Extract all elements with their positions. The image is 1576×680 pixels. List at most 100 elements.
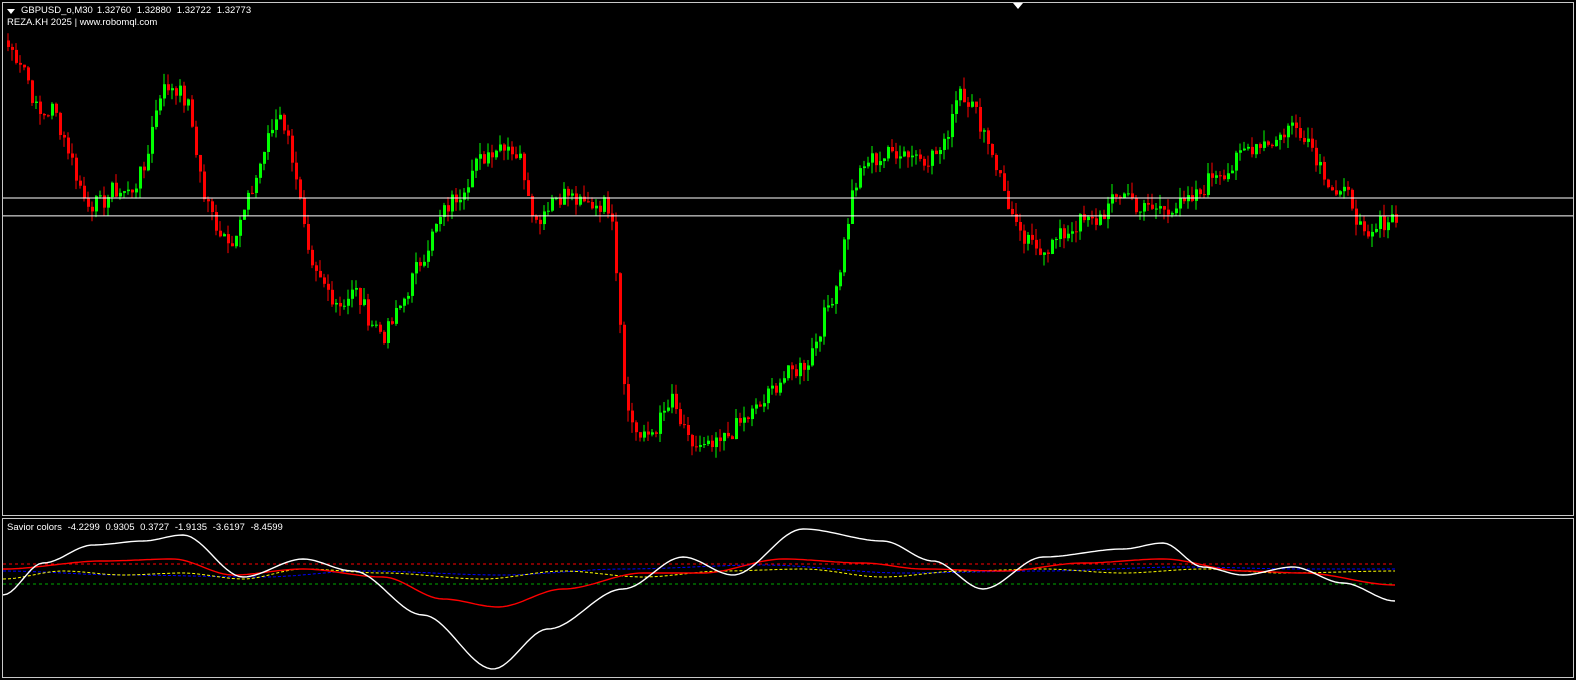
candle-bull bbox=[1059, 228, 1062, 240]
candle-bull bbox=[1171, 213, 1174, 215]
candle-bull bbox=[99, 195, 102, 197]
candlestick-chart[interactable] bbox=[3, 3, 1574, 515]
candle-bull bbox=[1107, 203, 1110, 220]
candle-bear bbox=[91, 206, 94, 212]
candle-bear bbox=[1015, 214, 1018, 222]
candle-bull bbox=[943, 138, 946, 151]
candle-bull bbox=[487, 152, 490, 164]
indicator-value-5: -3.6197 bbox=[212, 522, 245, 533]
candle-bear bbox=[175, 88, 178, 96]
candle-bear bbox=[1167, 209, 1170, 215]
candle-bull bbox=[35, 101, 38, 103]
candle-bear bbox=[327, 283, 330, 290]
candle-bull bbox=[107, 197, 110, 208]
candle-bear bbox=[975, 101, 978, 107]
candle-bear bbox=[727, 432, 730, 437]
candle-bull bbox=[1291, 122, 1294, 126]
candle-bull bbox=[1287, 125, 1290, 138]
candle-bull bbox=[855, 187, 858, 191]
candle-bull bbox=[751, 408, 754, 420]
candle-bear bbox=[419, 262, 422, 266]
candle-bear bbox=[927, 165, 930, 167]
candle-bear bbox=[795, 369, 798, 377]
candle-bull bbox=[1055, 239, 1058, 241]
candle-bull bbox=[603, 197, 606, 212]
candle-bull bbox=[395, 307, 398, 324]
candle-bear bbox=[27, 67, 30, 81]
candle-bull bbox=[1263, 141, 1266, 148]
candle-bull bbox=[799, 362, 802, 377]
indicator-chart[interactable] bbox=[3, 519, 1574, 677]
candle-bear bbox=[1095, 218, 1098, 225]
candle-bull bbox=[859, 168, 862, 188]
candle-bull bbox=[243, 209, 246, 220]
chart-shift-marker[interactable] bbox=[1013, 3, 1023, 9]
candle-bull bbox=[879, 161, 882, 166]
candle-bull bbox=[571, 193, 574, 196]
candle-bear bbox=[79, 180, 82, 186]
candle-bull bbox=[663, 410, 666, 413]
candle-bull bbox=[851, 190, 854, 224]
candle-bear bbox=[1299, 128, 1302, 138]
candle-bear bbox=[379, 324, 382, 332]
candle-bull bbox=[451, 194, 454, 212]
candle-bear bbox=[567, 188, 570, 196]
candle-bull bbox=[223, 234, 226, 237]
candle-bull bbox=[735, 418, 738, 440]
candle-bear bbox=[527, 180, 530, 197]
candle-bull bbox=[1319, 161, 1322, 166]
candle-bear bbox=[1259, 144, 1262, 148]
candle-bear bbox=[739, 418, 742, 423]
candle-bull bbox=[239, 219, 242, 236]
candle-bull bbox=[1255, 144, 1258, 155]
candle-bull bbox=[931, 150, 934, 166]
candle-bull bbox=[771, 385, 774, 389]
candle-bear bbox=[1347, 186, 1350, 190]
candle-bear bbox=[1003, 173, 1006, 191]
high-value: 1.32880 bbox=[136, 5, 172, 16]
price-chart-pane[interactable]: GBPUSD_o,M30 1.32760 1.32880 1.32722 1.3… bbox=[2, 2, 1574, 516]
candle-bear bbox=[319, 270, 322, 278]
candle-bull bbox=[779, 382, 782, 393]
main-oscillator-line bbox=[3, 528, 1396, 670]
candle-bear bbox=[315, 265, 318, 271]
candle-bull bbox=[499, 144, 502, 151]
candle-bull bbox=[551, 198, 554, 211]
candle-bull bbox=[1307, 138, 1310, 142]
candle-bear bbox=[607, 197, 610, 214]
candle-bear bbox=[1035, 239, 1038, 249]
candle-bear bbox=[59, 112, 62, 135]
indicator-pane[interactable]: Savior colors -4.2299 0.9305 0.3727 -1.9… bbox=[2, 518, 1574, 678]
candle-bear bbox=[55, 103, 58, 113]
candle-bear bbox=[491, 152, 494, 158]
symbol-menu-icon[interactable] bbox=[7, 8, 15, 14]
candle-bull bbox=[887, 146, 890, 159]
candle-bear bbox=[203, 171, 206, 200]
open-value: 1.32760 bbox=[96, 5, 132, 16]
candle-bear bbox=[531, 196, 534, 216]
candle-bull bbox=[1139, 211, 1142, 213]
candle-bear bbox=[67, 137, 70, 154]
candle-bull bbox=[1339, 191, 1342, 195]
candle-bull bbox=[155, 110, 158, 127]
candle-bull bbox=[1235, 152, 1238, 171]
candle-bear bbox=[967, 102, 970, 107]
candle-bear bbox=[7, 40, 10, 47]
candle-bear bbox=[623, 324, 626, 385]
candle-bear bbox=[1019, 221, 1022, 231]
low-value: 1.32722 bbox=[176, 5, 212, 16]
candle-bull bbox=[111, 182, 114, 198]
candle-bear bbox=[1075, 231, 1078, 233]
mt4-terminal: GBPUSD_o,M30 1.32760 1.32880 1.32722 1.3… bbox=[0, 0, 1576, 680]
candle-bear bbox=[691, 435, 694, 447]
candle-bull bbox=[847, 223, 850, 240]
candle-bear bbox=[987, 130, 990, 145]
candle-bull bbox=[495, 150, 498, 158]
candle-bull bbox=[1247, 146, 1250, 149]
candle-bear bbox=[1311, 138, 1314, 148]
candle-bull bbox=[119, 192, 122, 197]
candle-bear bbox=[227, 234, 230, 244]
chart-header: GBPUSD_o,M30 1.32760 1.32880 1.32722 1.3… bbox=[7, 5, 254, 29]
candle-bull bbox=[151, 126, 154, 154]
candle-bull bbox=[1175, 208, 1178, 214]
